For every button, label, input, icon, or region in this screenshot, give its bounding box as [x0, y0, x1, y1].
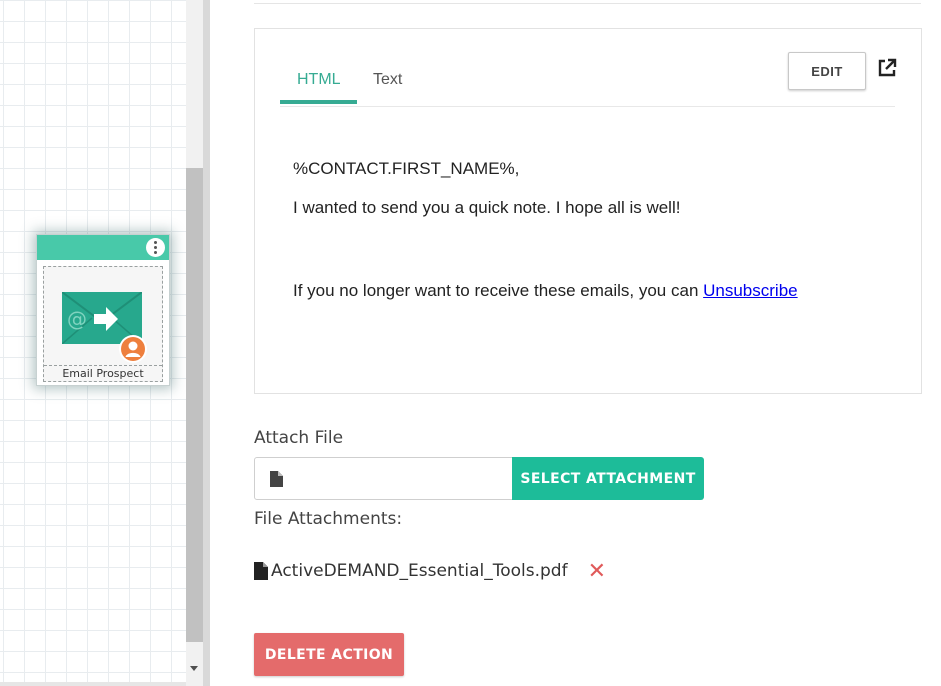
- email-message: I wanted to send you a quick note. I hop…: [293, 198, 681, 217]
- file-icon: [254, 562, 268, 580]
- canvas-scrollbar[interactable]: [186, 0, 203, 686]
- node-menu-icon[interactable]: [146, 238, 165, 257]
- workflow-canvas[interactable]: @ Email Prospect: [0, 0, 186, 686]
- unsubscribe-link[interactable]: Unsubscribe: [703, 281, 798, 300]
- remove-attachment-icon[interactable]: ✕: [588, 560, 606, 582]
- contact-avatar-icon: [119, 335, 147, 363]
- top-divider: [254, 0, 921, 4]
- email-prospect-node[interactable]: @ Email Prospect: [36, 234, 170, 386]
- email-preview-card: HTML Text EDIT %CONTACT.FIRST_NAME%, I w…: [254, 28, 922, 394]
- tab-html[interactable]: HTML: [297, 71, 341, 89]
- attach-file-label: Attach File: [254, 428, 344, 448]
- file-icon: [270, 471, 283, 487]
- node-body[interactable]: @ Email Prospect: [43, 266, 163, 382]
- svg-text:@: @: [67, 307, 87, 331]
- node-header: [37, 235, 169, 260]
- email-greeting: %CONTACT.FIRST_NAME%,: [293, 159, 520, 178]
- email-footer: If you no longer want to receive these e…: [293, 281, 798, 301]
- scrollbar-thumb[interactable]: [186, 168, 203, 642]
- external-link-icon[interactable]: [877, 58, 897, 78]
- attachment-item: ActiveDEMAND_Essential_Tools.pdf ✕: [254, 560, 606, 582]
- panel-divider[interactable]: [203, 0, 210, 686]
- node-label: Email Prospect: [44, 365, 162, 381]
- edit-button[interactable]: EDIT: [788, 52, 866, 90]
- active-tab-indicator: [280, 100, 357, 104]
- unsubscribe-text: If you no longer want to receive these e…: [293, 281, 704, 300]
- attachment-file-input[interactable]: [254, 457, 513, 500]
- tab-text[interactable]: Text: [373, 71, 402, 89]
- canvas-horizontal-scrollbar[interactable]: [0, 682, 186, 686]
- scroll-down-arrow-icon[interactable]: [190, 666, 198, 671]
- file-attachments-label: File Attachments:: [254, 509, 403, 529]
- select-attachment-button[interactable]: SELECT ATTACHMENT: [512, 457, 704, 500]
- delete-action-button[interactable]: DELETE ACTION: [254, 633, 404, 676]
- attachment-filename[interactable]: ActiveDEMAND_Essential_Tools.pdf: [271, 561, 568, 581]
